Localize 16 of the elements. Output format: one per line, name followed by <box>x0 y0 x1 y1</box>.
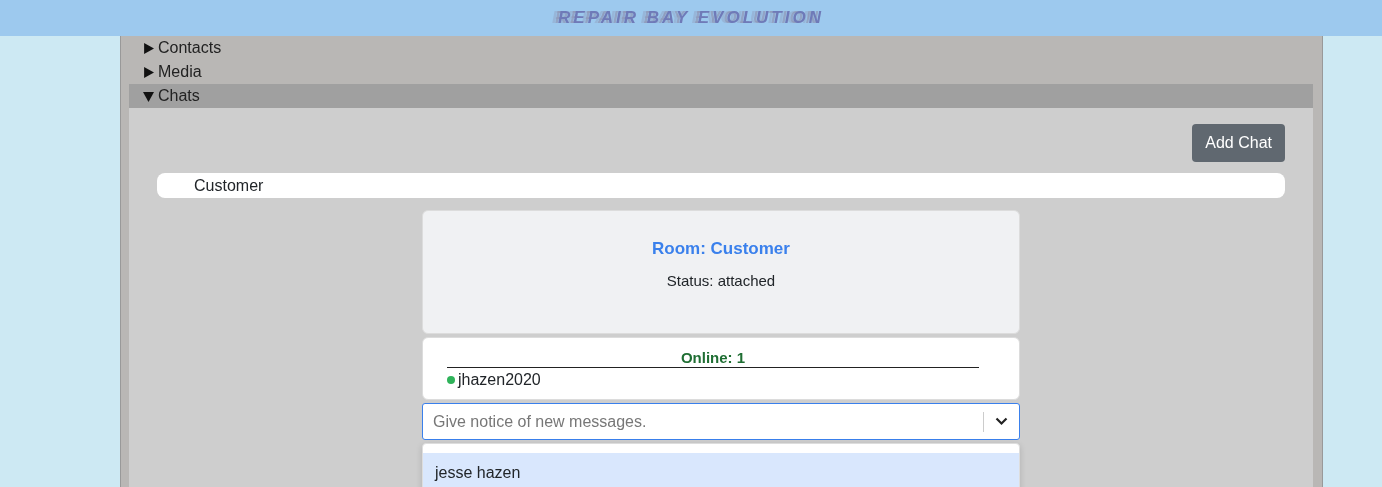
room-tab[interactable]: Customer <box>157 173 1285 198</box>
online-heading: Online: 1 <box>447 338 979 368</box>
section-header[interactable]: Chats <box>129 84 1313 108</box>
notify-select[interactable]: Give notice of new messages. <box>422 403 1020 440</box>
dropdown-option[interactable]: jesse hazen <box>423 453 1019 487</box>
room-status: Status: attached <box>666 272 776 289</box>
section-header[interactable]: Contacts <box>129 36 1313 60</box>
triangle-right-icon <box>143 42 154 54</box>
triangle-down-icon <box>143 90 154 102</box>
app-title: REPAIR BAY EVOLUTION <box>558 8 824 28</box>
add-chat-button[interactable]: Add Chat <box>1192 124 1285 162</box>
user-name: jhazen2020 <box>458 371 541 389</box>
room-title: Room: Customer <box>652 239 790 259</box>
triangle-right-icon <box>143 66 154 78</box>
section-header[interactable]: Media <box>129 60 1313 84</box>
notify-select-field[interactable]: Give notice of new messages. <box>423 412 983 431</box>
